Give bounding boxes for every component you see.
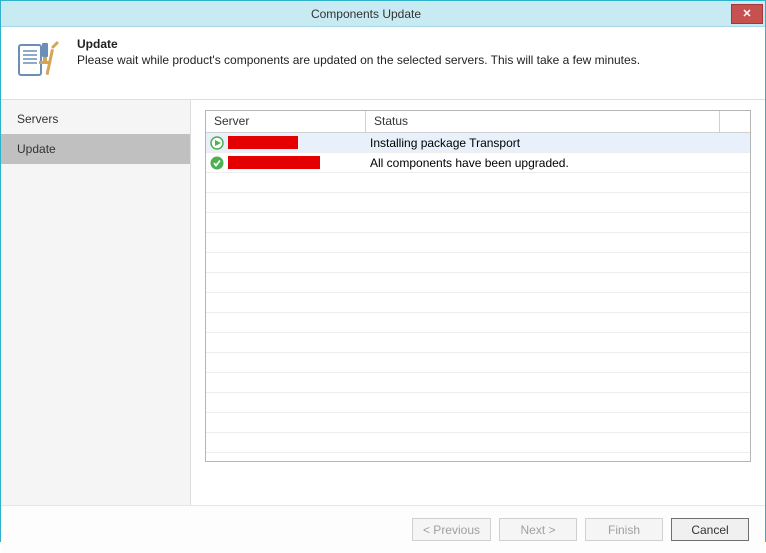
- footer: < Previous Next > Finish Cancel: [1, 505, 765, 553]
- table-row[interactable]: Installing package Transport: [206, 133, 750, 153]
- table-row: [206, 413, 750, 433]
- main-panel: Server Status Installing: [191, 100, 765, 505]
- servers-grid: Server Status Installing: [205, 110, 751, 462]
- play-icon: [210, 136, 224, 150]
- table-row: [206, 253, 750, 273]
- table-row: [206, 333, 750, 353]
- close-icon: ✕: [742, 7, 751, 20]
- previous-button: < Previous: [412, 518, 491, 541]
- header-title: Update: [77, 37, 640, 51]
- cell-status: Installing package Transport: [366, 134, 750, 152]
- header-text: Update Please wait while product's compo…: [77, 37, 640, 67]
- window-title: Components Update: [1, 7, 731, 21]
- column-header-status[interactable]: Status: [366, 111, 720, 132]
- table-row: [206, 313, 750, 333]
- table-row: [206, 373, 750, 393]
- cell-server: [206, 134, 366, 152]
- next-button: Next >: [499, 518, 577, 541]
- table-row: [206, 353, 750, 373]
- update-icon: [15, 37, 63, 85]
- grid-body: Installing package Transport All compone…: [206, 133, 750, 462]
- redacted-server-name: [228, 156, 320, 169]
- table-row: [206, 233, 750, 253]
- sidebar-item-update[interactable]: Update: [1, 134, 190, 164]
- column-header-extra: [720, 111, 750, 132]
- content: Servers Update Server Status: [1, 99, 765, 505]
- sidebar-item-label: Servers: [17, 112, 58, 126]
- close-button[interactable]: ✕: [731, 4, 763, 24]
- table-row: [206, 273, 750, 293]
- finish-button: Finish: [585, 518, 663, 541]
- header: Update Please wait while product's compo…: [1, 27, 765, 99]
- grid-header: Server Status: [206, 111, 750, 133]
- table-row: [206, 193, 750, 213]
- titlebar: Components Update ✕: [1, 1, 765, 27]
- cancel-button[interactable]: Cancel: [671, 518, 749, 541]
- table-row: [206, 393, 750, 413]
- sidebar-item-servers[interactable]: Servers: [1, 104, 190, 134]
- check-icon: [210, 156, 224, 170]
- header-description: Please wait while product's components a…: [77, 53, 640, 67]
- table-row: [206, 293, 750, 313]
- cell-server: [206, 154, 366, 172]
- redacted-server-name: [228, 136, 298, 149]
- table-row: [206, 173, 750, 193]
- table-row: [206, 433, 750, 453]
- sidebar-item-label: Update: [17, 142, 56, 156]
- table-row: [206, 213, 750, 233]
- sidebar: Servers Update: [1, 100, 191, 505]
- column-header-server[interactable]: Server: [206, 111, 366, 132]
- table-row[interactable]: All components have been upgraded.: [206, 153, 750, 173]
- cell-status: All components have been upgraded.: [366, 154, 750, 172]
